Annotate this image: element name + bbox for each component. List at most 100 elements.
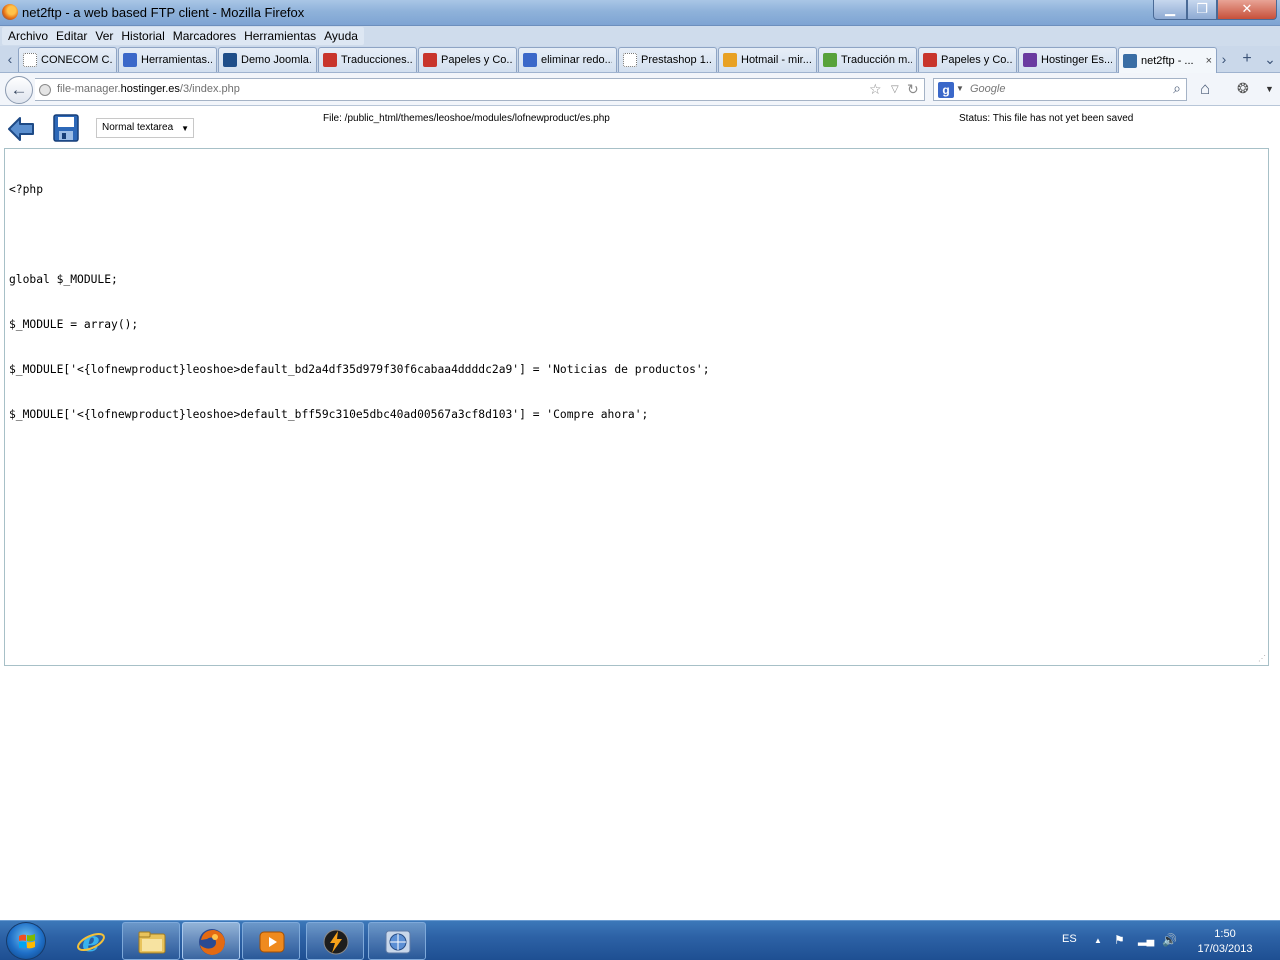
tab-12[interactable]: net2ftp - ... × — [1118, 47, 1217, 73]
textarea-resize-grip-icon[interactable]: ⋰ — [1258, 655, 1266, 663]
url-text[interactable]: file-manager.hostinger.es/3/index.php — [57, 83, 240, 95]
media-player-icon — [259, 931, 285, 953]
tab-scroll-right-button[interactable]: › — [1216, 50, 1232, 68]
url-host: hostinger.es — [120, 83, 180, 95]
taskbar-internet-explorer[interactable]: e — [62, 922, 120, 960]
menu-ver[interactable]: Ver — [91, 27, 117, 45]
tab-5[interactable]: Papeles y Co... — [418, 47, 517, 72]
google-icon — [523, 53, 537, 67]
tab-label: Demo Joomla... — [241, 54, 312, 66]
menu-editar[interactable]: Editar — [52, 27, 91, 45]
tab-label: Hostinger Es... — [1041, 54, 1112, 66]
page-content: Normal textarea ▼ File: /public_html/the… — [0, 107, 1280, 920]
tab-3[interactable]: Demo Joomla... — [218, 47, 317, 72]
tab-label: net2ftp - ... — [1141, 54, 1194, 67]
system-clock[interactable]: 1:50 17/03/2013 — [1192, 927, 1258, 957]
tab-6[interactable]: eliminar redo... — [518, 47, 617, 72]
joomla-icon — [223, 53, 237, 67]
menu-marcadores[interactable]: Marcadores — [169, 27, 240, 45]
taskbar-network-app[interactable] — [368, 922, 426, 960]
minimize-button[interactable]: ▁ — [1153, 0, 1187, 20]
tab-9[interactable]: Traducción m... — [818, 47, 917, 72]
tab-2[interactable]: Herramientas... — [118, 47, 217, 72]
tab-scroll-left-button[interactable]: ‹ — [2, 50, 18, 68]
taskbar-file-explorer[interactable] — [122, 922, 180, 960]
addon-bug-icon[interactable]: ❂ — [1237, 80, 1249, 97]
site-identity-icon[interactable] — [39, 84, 51, 96]
url-dropdown-icon[interactable]: ▽ — [891, 84, 899, 95]
google-search-engine-icon[interactable]: g — [938, 82, 954, 98]
tab-list-button[interactable]: ⌄ — [1262, 50, 1278, 68]
toolbar-menu-caret-icon[interactable]: ▼ — [1265, 84, 1274, 94]
tab-7[interactable]: Prestashop 1... — [618, 47, 717, 72]
folder-icon — [138, 931, 166, 954]
tab-8[interactable]: Hotmail - mir... — [718, 47, 817, 72]
firefox-icon — [2, 4, 18, 20]
chevron-down-icon: ▼ — [181, 124, 189, 133]
tab-1[interactable]: CONECOM C... — [18, 47, 117, 72]
reload-icon[interactable]: ↻ — [907, 81, 919, 98]
search-magnifier-icon[interactable]: ⌕ — [1173, 80, 1181, 97]
action-center-flag-icon[interactable]: ⚑ — [1114, 933, 1125, 947]
back-arrow-icon[interactable] — [7, 115, 35, 143]
windows-taskbar: e ES ▲ ⚑ ▂▄ 🔊 1:50 17/03/2013 — [0, 920, 1280, 960]
tab-11[interactable]: Hostinger Es... — [1018, 47, 1117, 72]
search-box[interactable]: g ▼ Google ⌕ — [933, 78, 1187, 101]
show-hidden-icons-chevron-icon[interactable]: ▲ — [1094, 936, 1102, 945]
tab-label: Prestashop 1... — [641, 54, 712, 66]
new-tab-button[interactable]: + — [1239, 50, 1255, 68]
taskbar-media-player[interactable] — [242, 922, 300, 960]
papeles-icon — [923, 53, 937, 67]
tab-10[interactable]: Papeles y Co... — [918, 47, 1017, 72]
url-bar[interactable]: file-manager.hostinger.es/3/index.php ☆ … — [35, 78, 925, 101]
papeles-icon — [323, 53, 337, 67]
bookmark-star-icon[interactable]: ☆ — [869, 81, 882, 98]
search-engine-dropdown-icon[interactable]: ▼ — [956, 84, 964, 93]
menu-herramientas[interactable]: Herramientas — [240, 27, 320, 45]
code-line: $_MODULE['<{lofnewproduct}leoshoe>defaul… — [9, 408, 649, 421]
code-line: $_MODULE['<{lofnewproduct}leoshoe>defaul… — [9, 363, 710, 376]
code-line: <?php — [9, 183, 44, 196]
home-button[interactable]: ⌂ — [1200, 79, 1210, 99]
back-arrow-icon: ← — [10, 80, 28, 99]
net2ftp-icon — [1123, 53, 1137, 68]
close-button[interactable]: ✕ — [1217, 0, 1277, 20]
maximize-button[interactable]: ❐ — [1187, 0, 1217, 20]
save-floppy-icon[interactable] — [53, 114, 79, 142]
window-title: net2ftp - a web based FTP client - Mozil… — [22, 5, 305, 20]
blank-page-icon — [23, 53, 37, 67]
taskbar-firefox[interactable] — [182, 922, 240, 960]
volume-speaker-icon[interactable]: 🔊 — [1162, 933, 1177, 947]
taskbar-winamp[interactable] — [306, 922, 364, 960]
clock-date: 17/03/2013 — [1197, 943, 1253, 955]
windows-logo-icon — [19, 934, 35, 949]
tab-4[interactable]: Traducciones... — [318, 47, 417, 72]
file-path-label: File: /public_html/themes/leoshoe/module… — [323, 113, 610, 124]
prestashop-icon — [823, 53, 837, 67]
tab-label: Traducciones... — [341, 54, 412, 66]
editor-mode-value: Normal textarea — [102, 122, 174, 133]
menu-archivo[interactable]: Archivo — [4, 27, 52, 45]
tab-label: Traducción m... — [841, 54, 912, 66]
start-button[interactable] — [6, 922, 46, 960]
back-button[interactable]: ← — [5, 76, 33, 104]
window-title-bar[interactable]: net2ftp - a web based FTP client - Mozil… — [0, 0, 1280, 26]
menu-bar: Archivo Editar Ver Historial Marcadores … — [0, 26, 1280, 46]
network-signal-icon[interactable]: ▂▄ — [1138, 933, 1154, 946]
editor-mode-select[interactable]: Normal textarea ▼ — [96, 118, 194, 138]
hotmail-icon — [723, 53, 737, 67]
papeles-icon — [423, 53, 437, 67]
tab-label: Herramientas... — [141, 54, 212, 66]
menu-historial[interactable]: Historial — [117, 27, 168, 45]
tab-label: Papeles y Co... — [441, 54, 512, 66]
language-indicator[interactable]: ES — [1062, 933, 1077, 945]
search-input[interactable]: Google — [970, 83, 1005, 95]
tab-close-icon[interactable]: × — [1202, 55, 1212, 67]
code-line: $_MODULE = array(); — [9, 318, 139, 331]
tab-label: Papeles y Co... — [941, 54, 1012, 66]
code-editor-textarea[interactable]: <?php global $_MODULE; $_MODULE = array(… — [4, 148, 1269, 666]
tab-label: eliminar redo... — [541, 54, 612, 66]
menu-ayuda[interactable]: Ayuda — [320, 27, 362, 45]
hostinger-icon — [1023, 53, 1037, 67]
